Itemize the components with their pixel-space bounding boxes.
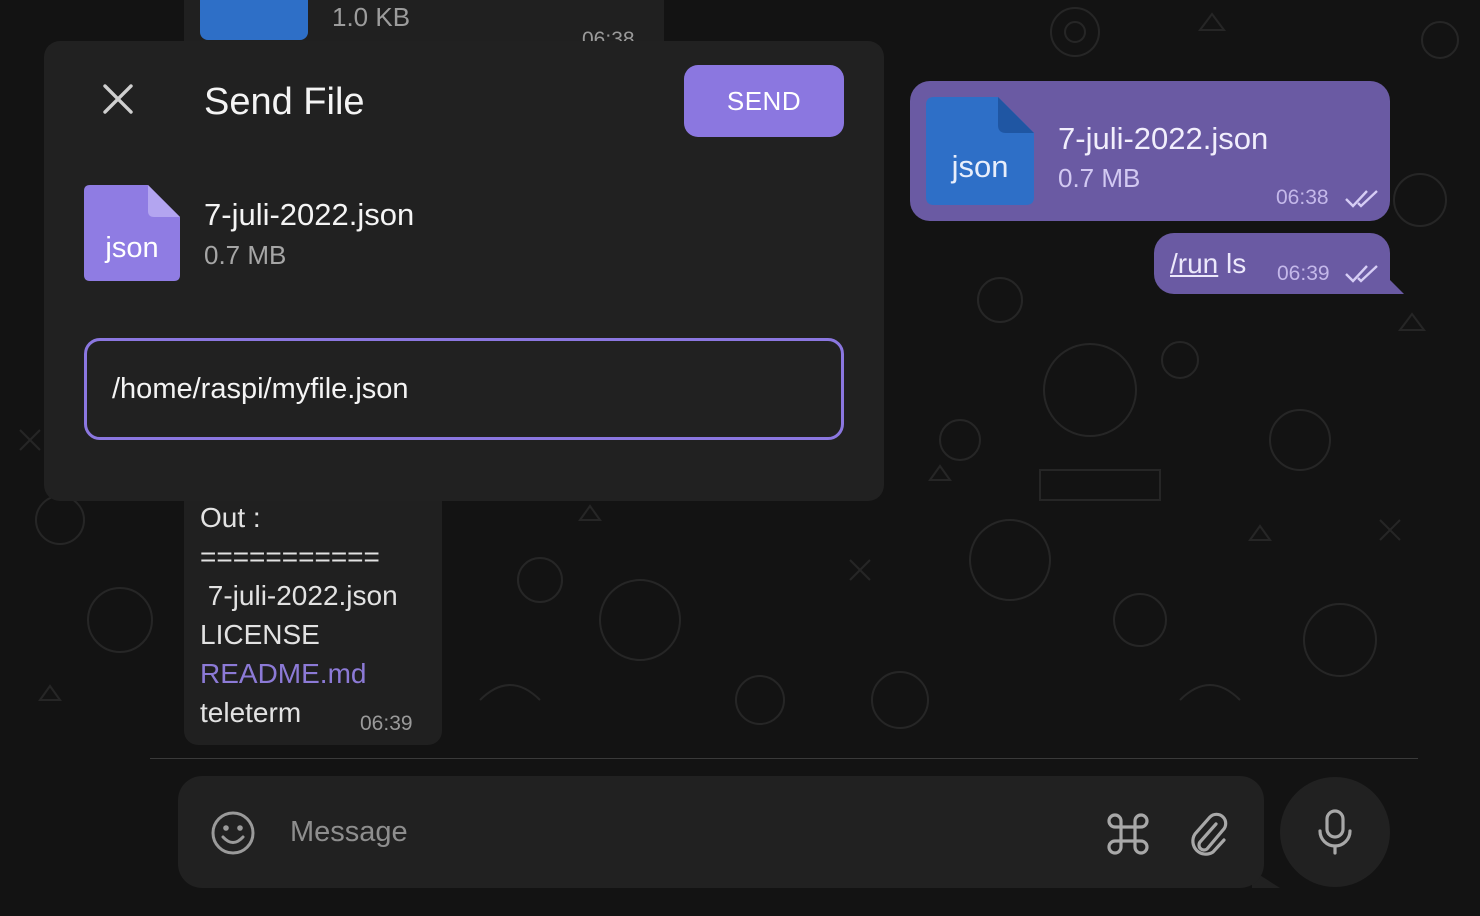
bubble-tail	[1386, 276, 1404, 294]
dialog-title: Send File	[204, 81, 365, 123]
send-button[interactable]: SEND	[684, 65, 844, 137]
output-link[interactable]: README.md	[200, 658, 366, 690]
command-icon[interactable]	[1104, 810, 1152, 858]
file-size: 0.7 MB	[204, 240, 287, 270]
microphone-button[interactable]	[1280, 777, 1390, 887]
output-line: LICENSE	[200, 619, 320, 650]
file-size: 0.7 MB	[1058, 163, 1141, 193]
file-icon[interactable]	[200, 0, 308, 40]
file-icon-label: json	[951, 149, 1009, 184]
output-line: Out :	[200, 502, 261, 533]
smiley-icon[interactable]	[210, 810, 256, 856]
output-line: ===========	[200, 541, 380, 572]
microphone-icon	[1318, 809, 1352, 855]
send-file-dialog: Send File SEND json 7-juli-2022.json 0.7…	[44, 41, 884, 501]
message-composer	[178, 776, 1264, 888]
file-name: 7-juli-2022.json	[204, 197, 415, 232]
message-input[interactable]	[290, 806, 1070, 858]
message-time: 06:39	[360, 712, 413, 735]
paperclip-icon[interactable]	[1186, 810, 1230, 858]
output-line: teleterm	[200, 697, 302, 728]
command-argument: ls	[1218, 248, 1247, 279]
double-check-icon	[1345, 190, 1378, 208]
file-size: 1.0 KB	[332, 2, 411, 32]
message-time: 06:38	[1276, 186, 1329, 209]
message-time: 06:39	[1277, 262, 1330, 285]
double-check-icon	[1345, 265, 1378, 283]
file-icon-label: json	[104, 232, 158, 264]
caption-field[interactable]	[84, 338, 844, 440]
command-text: /run ls	[1170, 248, 1246, 280]
outgoing-command-message[interactable]: /run ls 06:39	[1154, 233, 1404, 294]
composer-divider	[150, 758, 1418, 759]
close-icon[interactable]	[96, 77, 140, 121]
json-file-icon[interactable]: json	[926, 97, 1034, 205]
bot-command-link[interactable]: /run	[1170, 248, 1218, 279]
file-name: 7-juli-2022.json	[1058, 121, 1269, 156]
json-file-icon: json	[84, 185, 180, 281]
caption-input[interactable]	[112, 365, 812, 413]
output-line: 7-juli-2022.json	[200, 580, 398, 611]
outgoing-file-message[interactable]: json 7-juli-2022.json 0.7 MB 06:38	[910, 81, 1390, 221]
